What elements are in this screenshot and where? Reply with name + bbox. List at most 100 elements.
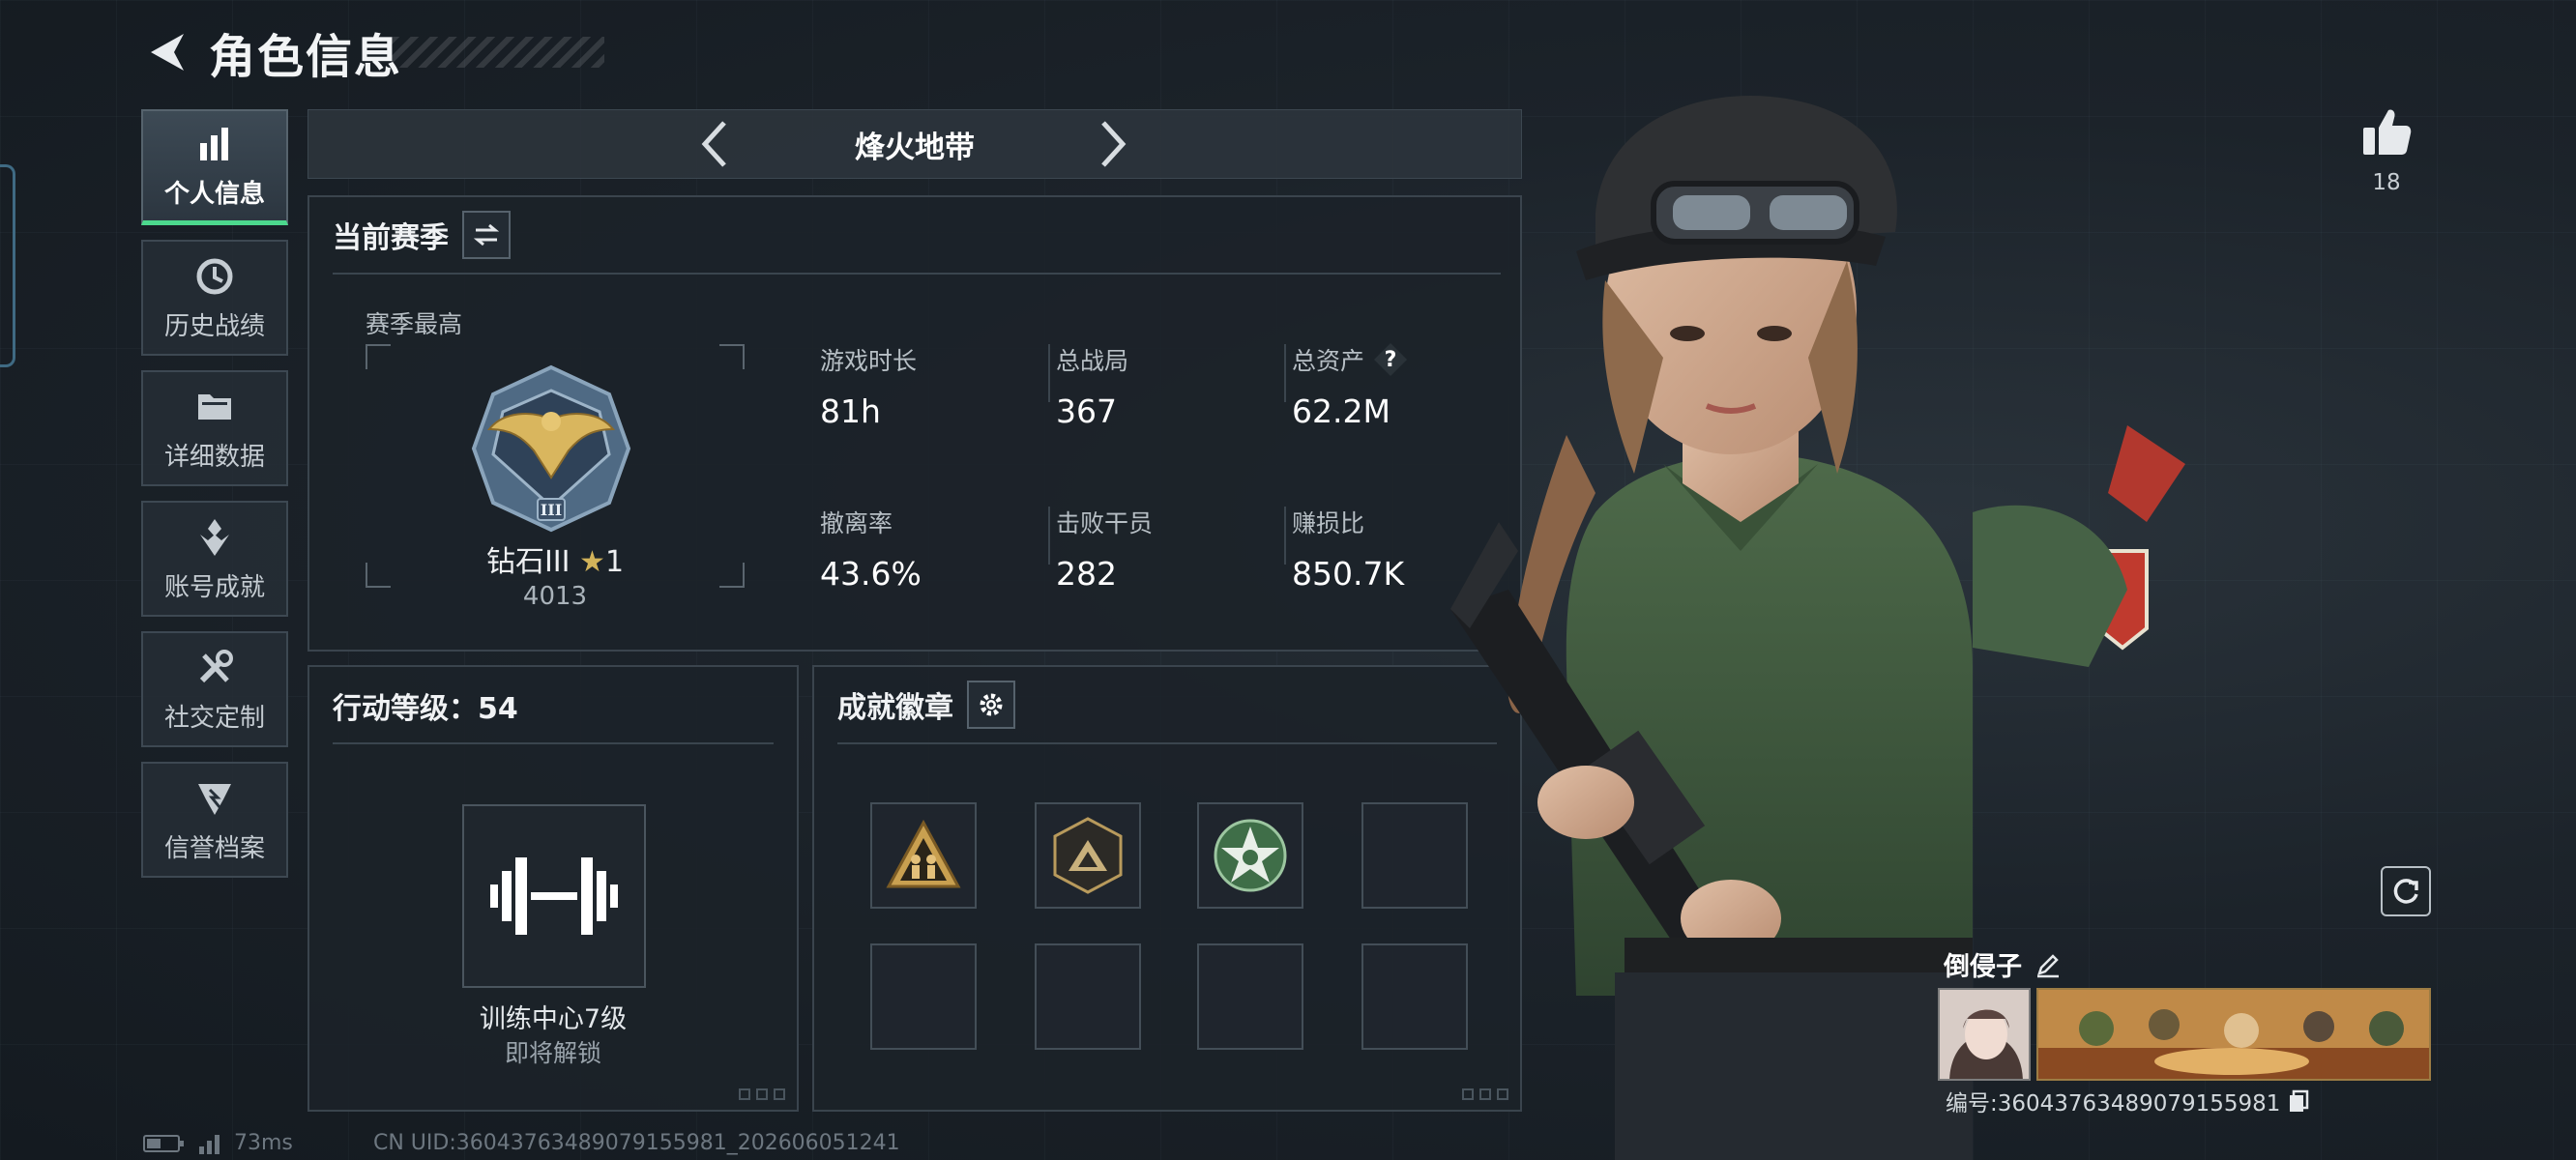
bar-chart-icon	[200, 128, 228, 160]
player-name: 倒侵子	[1944, 952, 2022, 982]
sidebar-item-personal-info[interactable]: 个人信息	[141, 109, 288, 225]
sidebar-item-label: 信誉档案	[163, 833, 265, 863]
stat-value: 850.7K	[1292, 555, 1405, 593]
account-uid: CN UID:36043763489079155981_202606051241	[373, 1131, 900, 1155]
divider	[333, 273, 1501, 275]
stat-label: 游戏时长	[820, 347, 918, 375]
title-decoration	[392, 37, 604, 68]
training-center-label: 训练中心7级	[479, 1004, 628, 1034]
sidebar-item-social-custom[interactable]: 社交定制	[141, 631, 288, 747]
copy-icon[interactable]	[2286, 1088, 2311, 1114]
profile-banner[interactable]	[2036, 988, 2431, 1081]
stat-label: 总战局	[1056, 347, 1129, 375]
banner-image	[2038, 990, 2429, 1079]
training-center-tile[interactable]	[462, 804, 646, 988]
season-best-label: 赛季最高	[366, 310, 463, 338]
gear-icon	[980, 693, 1003, 716]
ping-value: 73ms	[234, 1131, 293, 1155]
divider	[1048, 507, 1050, 565]
rank-tier: 钻石III	[485, 545, 571, 579]
season-title: 当前赛季	[333, 221, 449, 255]
stat-value: 62.2M	[1292, 392, 1390, 430]
svg-text:III: III	[541, 501, 562, 519]
stat-label: 击败干员	[1056, 509, 1154, 537]
unlock-status: 即将解锁	[504, 1039, 601, 1067]
action-level-title: 行动等级：54	[333, 692, 518, 726]
stat-value: 43.6%	[820, 555, 922, 593]
mode-selector: 烽火地带	[307, 109, 1522, 179]
triangle-soldiers-badge-icon	[886, 819, 961, 888]
divider	[1048, 344, 1050, 402]
stat-label: 总资产 ?	[1292, 342, 1408, 377]
sidebar-item-label: 账号成就	[163, 572, 265, 602]
divider	[1284, 507, 1286, 565]
signal-icon	[199, 1134, 220, 1154]
season-panel: 当前赛季 赛季最高 III 钻石III ★1 4013 游戏时长 81h 总战局…	[307, 195, 1522, 652]
achievement-title: 成就徽章	[837, 691, 953, 725]
dumbbell-icon	[490, 857, 618, 935]
player-id: 编号:3604376348907915598​1	[1946, 1091, 2281, 1116]
badge-slot[interactable]	[1035, 802, 1141, 909]
badge-slot[interactable]	[870, 802, 977, 909]
avatar-image	[1940, 990, 2029, 1079]
rank-score: 4013	[522, 582, 588, 611]
stat-play-time: 游戏时长 81h	[820, 342, 917, 430]
achievement-badges-panel: 成就徽章	[812, 665, 1522, 1112]
stat-label-text: 总资产	[1292, 347, 1365, 375]
stat-value: 282	[1056, 555, 1117, 593]
sidebar-item-label: 历史战绩	[163, 311, 265, 341]
sidebar-item-label: 个人信息	[163, 180, 265, 209]
badge-slot-empty[interactable]	[1035, 943, 1141, 1050]
next-mode-arrow-icon[interactable]	[1094, 117, 1132, 171]
refresh-character-button[interactable]	[2381, 866, 2431, 916]
sidebar-item-detail-data[interactable]: 详细数据	[141, 370, 288, 486]
status-bar: 73ms	[143, 1131, 293, 1155]
sidebar-item-account-achievements[interactable]: 账号成就	[141, 501, 288, 617]
green-star-badge-icon	[1214, 819, 1287, 892]
stat-value: 367	[1056, 392, 1117, 430]
battery-icon	[143, 1134, 184, 1152]
refresh-icon	[2393, 879, 2418, 904]
avatar[interactable]	[1938, 988, 2031, 1081]
stat-label: 赚损比	[1292, 509, 1365, 537]
achievement-icon	[200, 518, 229, 556]
rank-stars: 1	[604, 545, 625, 579]
tools-icon	[199, 649, 233, 682]
player-id-row: 编号:3604376348907915598​1	[1946, 1085, 2311, 1117]
stat-label: 撤离率	[820, 509, 893, 537]
page-title: 角色信息	[209, 30, 403, 84]
edge-bracket	[0, 164, 15, 367]
rank-name: 钻石III ★1	[366, 537, 745, 580]
divider	[1284, 344, 1286, 402]
rank-eagle-badge-icon: III	[471, 364, 631, 533]
back-arrow-icon[interactable]	[145, 30, 190, 74]
sidebar-item-label: 社交定制	[163, 703, 265, 733]
badge-slot[interactable]	[1197, 802, 1303, 909]
swap-icon	[473, 223, 500, 246]
sidebar-item-label: 详细数据	[163, 442, 265, 472]
badge-settings-button[interactable]	[967, 681, 1015, 729]
sidebar-item-history[interactable]: 历史战绩	[141, 240, 288, 356]
switch-season-button[interactable]	[462, 211, 511, 259]
stat-extraction-rate: 撤离率 43.6%	[820, 505, 922, 593]
history-clock-icon	[196, 258, 233, 294]
stat-profit-loss-ratio: 赚损比 850.7K	[1292, 505, 1404, 593]
star-icon: ★	[579, 545, 605, 579]
help-icon[interactable]: ?	[1374, 343, 1408, 376]
badge-slot-empty[interactable]	[1197, 943, 1303, 1050]
action-level-panel: 行动等级：54 训练中心7级 即将解锁	[307, 665, 799, 1112]
sidebar: 个人信息 历史战绩 详细数据 账号成就 社交定制 信誉档案	[141, 109, 288, 892]
divider	[333, 742, 774, 744]
badge-slot-empty[interactable]	[870, 943, 977, 1050]
sidebar-item-credit-record[interactable]: 信誉档案	[141, 762, 288, 878]
stat-value: 81h	[820, 392, 881, 430]
edit-pencil-icon[interactable]	[2034, 950, 2063, 979]
folder-icon	[198, 393, 231, 420]
thumbs-up-icon[interactable]	[2359, 104, 2414, 159]
prev-mode-arrow-icon[interactable]	[695, 117, 734, 171]
hexagon-mountain-badge-icon	[1053, 817, 1123, 894]
corner-dots	[739, 1088, 785, 1100]
credit-shield-icon	[198, 783, 231, 815]
player-name-row: 倒侵子	[1944, 945, 2063, 983]
stat-total-matches: 总战局 367	[1056, 342, 1128, 430]
